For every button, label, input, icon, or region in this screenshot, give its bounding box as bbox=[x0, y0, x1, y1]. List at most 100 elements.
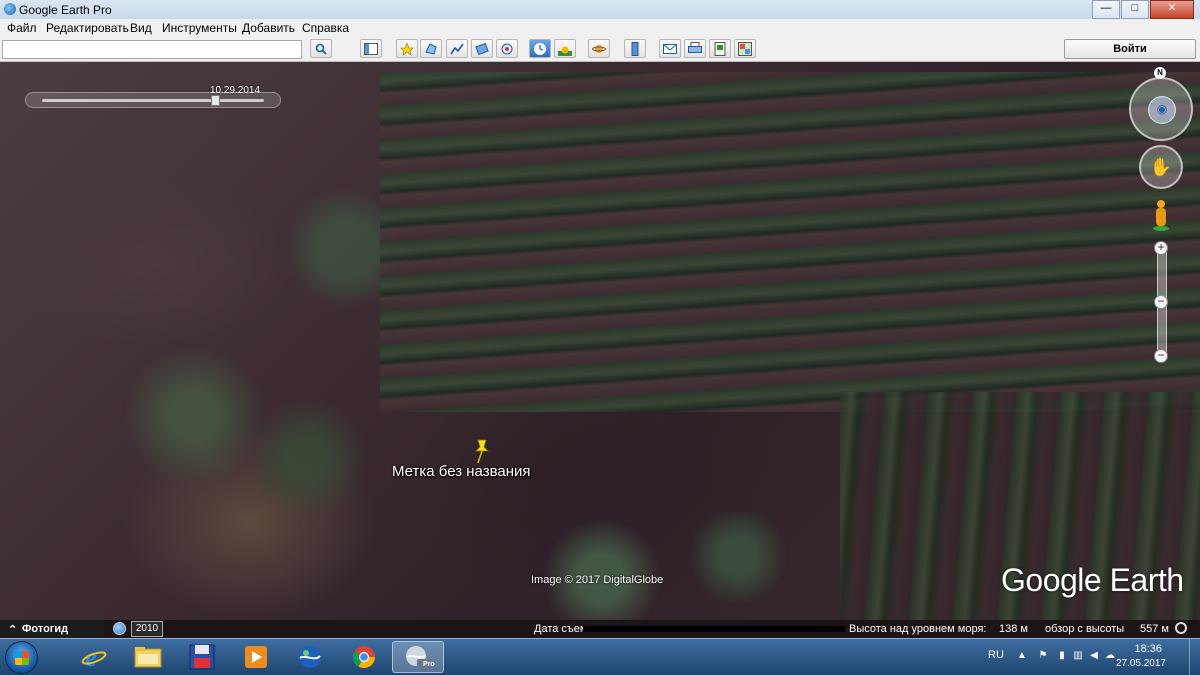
save-image-icon bbox=[714, 41, 726, 56]
zoom-in-button[interactable]: + bbox=[1154, 241, 1168, 255]
save-image-button[interactable] bbox=[709, 39, 731, 58]
time-slider-thumb[interactable] bbox=[210, 95, 220, 106]
minimize-button[interactable]: — bbox=[1092, 0, 1120, 19]
battery-icon[interactable]: ▮ bbox=[1056, 650, 1068, 662]
historical-imagery-status-icon[interactable] bbox=[113, 622, 126, 635]
imagery-credit: Image © 2017 DigitalGlobe bbox=[531, 574, 664, 586]
view-in-maps-button[interactable] bbox=[734, 39, 756, 58]
search-button[interactable] bbox=[310, 39, 332, 58]
map-view[interactable]: 10.29.2014 ◉ N ✋ + − − Метка без названи… bbox=[0, 62, 1200, 620]
taskbar-google-earth[interactable] bbox=[284, 641, 336, 673]
elevation-label: Высота над уровнем моря: bbox=[849, 623, 987, 635]
show-desktop-button[interactable] bbox=[1189, 639, 1200, 675]
google-earth-logo: Google Earth bbox=[1001, 562, 1184, 598]
print-button[interactable] bbox=[684, 39, 706, 58]
tray-app-icon[interactable]: ☁ bbox=[1104, 650, 1116, 662]
tour-guide-tab[interactable]: ⌃ Фотогид bbox=[0, 620, 104, 638]
menu-edit[interactable]: Редактировать bbox=[46, 21, 129, 35]
pro-badge: Pro bbox=[423, 661, 435, 668]
planets-button[interactable] bbox=[588, 39, 610, 58]
imagery-date-label: Дата съем bbox=[534, 623, 588, 635]
folder-icon bbox=[134, 647, 162, 668]
add-polygon-button[interactable] bbox=[420, 39, 442, 58]
add-placemark-button[interactable] bbox=[396, 39, 418, 58]
taskbar-chrome[interactable] bbox=[338, 641, 390, 673]
eye-altitude-value: 557 м bbox=[1140, 623, 1169, 635]
search-icon bbox=[315, 43, 327, 55]
eye-icon[interactable]: ◉ bbox=[1148, 96, 1176, 124]
redacted-coordinates bbox=[583, 626, 845, 632]
elevation-value: 138 м bbox=[999, 623, 1028, 635]
chevron-up-icon: ⌃ bbox=[8, 624, 18, 636]
menu-view[interactable]: Вид bbox=[130, 21, 152, 35]
add-path-button[interactable] bbox=[446, 39, 468, 58]
streaming-status-icon bbox=[1175, 622, 1187, 634]
chrome-icon bbox=[353, 646, 375, 668]
zoom-slider-thumb[interactable]: − bbox=[1154, 295, 1168, 309]
planets-icon bbox=[592, 44, 606, 53]
tree-plantation-rows bbox=[380, 72, 1200, 412]
maps-icon bbox=[738, 41, 752, 56]
compass-north-indicator[interactable]: N bbox=[1154, 67, 1166, 79]
zoom-out-button[interactable]: − bbox=[1154, 349, 1168, 363]
sunlight-icon bbox=[558, 46, 572, 56]
close-button[interactable]: ✕ bbox=[1150, 0, 1194, 19]
windows-taskbar: e Pro RU ▲ ⚑ ▮ ▥ ◀ ☁ 18:36 27.05.2017 bbox=[0, 638, 1200, 675]
clock-time[interactable]: 18:36 bbox=[1134, 643, 1162, 655]
taskbar-save-app[interactable] bbox=[176, 641, 228, 673]
toolbar: Войти bbox=[0, 38, 1200, 62]
taskbar-google-earth-pro[interactable]: Pro bbox=[392, 641, 444, 673]
ruler-icon bbox=[631, 41, 639, 56]
time-slider[interactable] bbox=[25, 92, 281, 108]
historical-imagery-year[interactable]: 2010 bbox=[131, 621, 163, 637]
move-navigation-control[interactable]: ✋ bbox=[1139, 145, 1183, 189]
language-indicator[interactable]: RU bbox=[988, 649, 1004, 661]
menu-file[interactable]: Файл bbox=[7, 21, 37, 35]
menu-help[interactable]: Справка bbox=[302, 21, 349, 35]
chevron-up-icon[interactable]: ▲ bbox=[1016, 650, 1028, 662]
tour-icon bbox=[501, 43, 513, 54]
placemark-icon bbox=[400, 41, 414, 56]
window-controls: — □ ✕ bbox=[1091, 0, 1194, 19]
street-view-pegman-icon[interactable] bbox=[1153, 200, 1169, 232]
historical-imagery-button[interactable] bbox=[529, 39, 551, 58]
ruler-button[interactable] bbox=[624, 39, 646, 58]
media-player-icon bbox=[245, 646, 267, 668]
forest-area-lower bbox=[500, 512, 840, 620]
taskbar-file-explorer[interactable] bbox=[122, 641, 174, 673]
look-navigation-control[interactable]: ◉ bbox=[1129, 77, 1193, 141]
action-center-icon[interactable]: ⚑ bbox=[1037, 650, 1049, 662]
add-overlay-button[interactable] bbox=[471, 39, 493, 58]
print-icon bbox=[688, 42, 702, 53]
google-earth-app-icon bbox=[4, 3, 16, 15]
sidebar-toggle-button[interactable] bbox=[360, 39, 382, 58]
path-icon bbox=[450, 43, 464, 54]
historical-imagery-icon bbox=[534, 42, 546, 55]
time-slider-track[interactable] bbox=[42, 99, 264, 102]
menu-add[interactable]: Добавить bbox=[242, 21, 295, 35]
tour-guide-label: Фотогид bbox=[22, 623, 69, 635]
pushpin-icon[interactable] bbox=[472, 438, 492, 464]
start-button[interactable] bbox=[5, 641, 38, 674]
menu-tools[interactable]: Инструменты bbox=[162, 21, 237, 35]
taskbar-internet-explorer[interactable]: e bbox=[68, 641, 120, 673]
hand-icon: ✋ bbox=[1149, 157, 1173, 177]
taskbar-media-player[interactable] bbox=[230, 641, 282, 673]
email-icon bbox=[663, 43, 677, 54]
record-tour-button[interactable] bbox=[496, 39, 518, 58]
google-earth-icon bbox=[299, 646, 321, 668]
internet-explorer-icon: e bbox=[81, 644, 107, 670]
login-button[interactable]: Войти bbox=[1064, 39, 1196, 59]
window-titlebar: Google Earth Pro — □ ✕ bbox=[0, 0, 1200, 19]
placemark-label[interactable]: Метка без названия bbox=[392, 463, 531, 480]
email-button[interactable] bbox=[659, 39, 681, 58]
clock-date[interactable]: 27.05.2017 bbox=[1116, 658, 1166, 669]
search-input[interactable] bbox=[2, 40, 302, 59]
network-icon[interactable]: ▥ bbox=[1072, 650, 1084, 662]
sunlight-button[interactable] bbox=[554, 39, 576, 58]
eye-altitude-label: обзор с высоты bbox=[1045, 623, 1125, 635]
volume-icon[interactable]: ◀ bbox=[1088, 650, 1100, 662]
floppy-disk-icon bbox=[189, 644, 215, 670]
maximize-button[interactable]: □ bbox=[1121, 0, 1149, 19]
polygon-icon bbox=[425, 42, 437, 55]
